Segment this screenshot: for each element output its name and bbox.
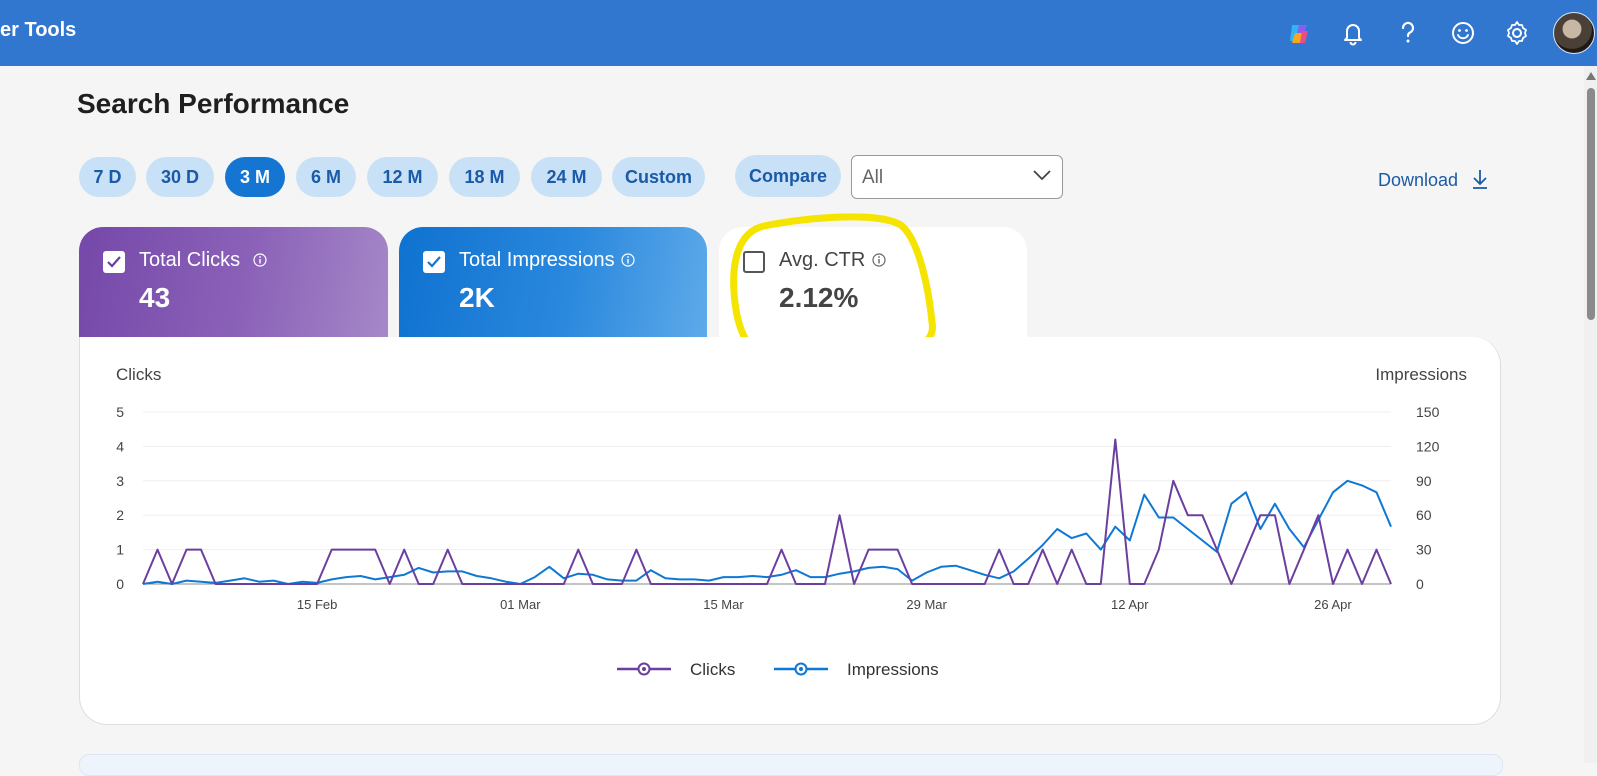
x-tick-label: 29 Mar [906, 597, 947, 612]
filter-dropdown-value: All [862, 167, 884, 188]
performance-chart-panel: Clicks Impressions 012345 0 30 60 90 120 150 … [79, 337, 1501, 725]
total-impressions-value: 2K [459, 282, 495, 313]
checkmark-icon [107, 256, 121, 268]
right-tick-label: 90 [1416, 473, 1432, 489]
info-icon[interactable] [253, 253, 267, 267]
range-3m-button[interactable]: 3 M [225, 157, 285, 197]
total-impressions-card[interactable]: Total Impressions 2K [399, 227, 707, 337]
chart-left-axis-label: Clicks [116, 365, 161, 384]
total-impressions-checkbox[interactable] [423, 251, 445, 273]
x-tick-label: 12 Apr [1111, 597, 1149, 612]
left-tick-label: 1 [116, 542, 124, 558]
download-button[interactable]: Download [1378, 170, 1487, 191]
bell-icon[interactable] [1339, 19, 1367, 47]
range-18m-button[interactable]: 18 M [449, 157, 520, 197]
download-icon [1473, 170, 1487, 189]
left-tick-label: 0 [116, 576, 124, 592]
right-tick-label: 0 [1416, 576, 1424, 592]
next-section-strip [79, 754, 1503, 776]
x-tick-label: 26 Apr [1314, 597, 1352, 612]
legend-marker-dot [799, 667, 803, 671]
series-line-impressions [142, 479, 1392, 585]
x-tick-label: 15 Mar [703, 597, 744, 612]
range-7d-button[interactable]: 7 D [79, 157, 136, 197]
range-12m-button[interactable]: 12 M [367, 157, 438, 197]
legend-item-clicks[interactable]: Clicks [617, 660, 735, 679]
filter-dropdown[interactable]: All [851, 155, 1063, 199]
left-tick-label: 3 [116, 473, 124, 489]
left-tick-label: 2 [116, 507, 124, 523]
right-tick-label: 30 [1416, 542, 1432, 558]
x-tick-label: 15 Feb [297, 597, 337, 612]
copilot-icon[interactable] [1285, 19, 1313, 47]
series-line-clicks [142, 438, 1392, 585]
total-clicks-card[interactable]: Total Clicks 43 [79, 227, 388, 337]
range-custom-button[interactable]: Custom [612, 157, 705, 197]
scroll-up-arrow-icon[interactable] [1586, 72, 1596, 80]
checkmark-icon [427, 256, 441, 268]
top-bar: er Tools [0, 0, 1597, 66]
help-icon[interactable] [1394, 19, 1422, 47]
total-clicks-checkbox[interactable] [103, 251, 125, 273]
avatar[interactable] [1553, 12, 1595, 54]
smiley-icon[interactable] [1449, 19, 1477, 47]
total-clicks-value: 43 [139, 282, 171, 313]
legend-marker-dot [642, 667, 646, 671]
range-30d-button[interactable]: 30 D [146, 157, 214, 197]
left-tick-label: 4 [116, 438, 124, 454]
legend-label: Clicks [690, 660, 735, 679]
range-6m-button[interactable]: 6 M [296, 157, 356, 197]
page-title: Search Performance [77, 88, 350, 119]
chart-right-axis-label: Impressions [1375, 365, 1467, 384]
total-clicks-label: Total Clicks [139, 249, 241, 271]
scrollbar-thumb[interactable] [1587, 88, 1595, 320]
compare-button[interactable]: Compare [735, 155, 841, 197]
legend-item-impressions[interactable]: Impressions [774, 660, 939, 679]
left-tick-label: 5 [116, 404, 124, 420]
right-tick-label: 150 [1416, 404, 1440, 420]
total-impressions-label: Total Impressions [459, 249, 615, 271]
download-label: Download [1378, 170, 1459, 190]
right-tick-label: 120 [1416, 438, 1440, 454]
app-title: er Tools [0, 19, 77, 41]
chevron-down-icon [1033, 170, 1051, 181]
page-scrollbar[interactable] [1584, 66, 1597, 763]
right-tick-label: 60 [1416, 507, 1432, 523]
info-icon[interactable] [621, 253, 635, 267]
range-24m-button[interactable]: 24 M [531, 157, 602, 197]
performance-chart: Clicks Impressions 012345 0306090120150 … [116, 365, 1467, 679]
x-tick-label: 01 Mar [500, 597, 541, 612]
legend-label: Impressions [847, 660, 939, 679]
gear-icon[interactable] [1503, 19, 1531, 47]
